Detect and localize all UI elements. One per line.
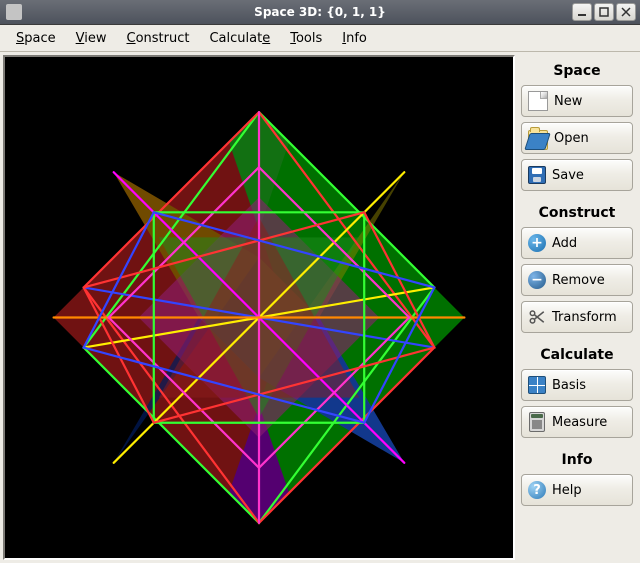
menu-info[interactable]: Info bbox=[332, 28, 377, 49]
new-button[interactable]: New bbox=[521, 85, 633, 117]
minimize-button[interactable] bbox=[572, 3, 592, 21]
help-button[interactable]: ? Help bbox=[521, 474, 633, 506]
calculator-icon bbox=[529, 412, 545, 432]
app-window: Space 3D: {0, 1, 1} Space View Construct… bbox=[0, 0, 640, 563]
button-label: Remove bbox=[552, 273, 605, 288]
polyhedron-rendering bbox=[5, 57, 513, 558]
sidebar-heading: Info bbox=[521, 448, 633, 474]
sidebar-section-space: Space New Open Save bbox=[521, 59, 633, 191]
button-label: Help bbox=[552, 483, 582, 498]
menu-construct[interactable]: Construct bbox=[117, 28, 200, 49]
minus-circle-icon: − bbox=[528, 271, 546, 289]
plus-circle-icon: + bbox=[528, 234, 546, 252]
help-circle-icon: ? bbox=[528, 481, 546, 499]
button-label: New bbox=[554, 94, 582, 109]
viewport-3d[interactable] bbox=[3, 55, 515, 560]
sidebar-section-construct: Construct + Add − Remove Transform bbox=[521, 201, 633, 333]
menu-calculate[interactable]: Calculate bbox=[199, 28, 280, 49]
app-icon bbox=[6, 4, 22, 20]
menu-space[interactable]: Space bbox=[6, 28, 66, 49]
add-button[interactable]: + Add bbox=[521, 227, 633, 259]
floppy-save-icon bbox=[528, 166, 546, 184]
menu-label: onstruct bbox=[136, 31, 190, 46]
close-button[interactable] bbox=[616, 3, 636, 21]
menu-label-pre: Calculat bbox=[209, 31, 262, 46]
scissors-icon bbox=[528, 308, 546, 326]
menu-tools[interactable]: Tools bbox=[280, 28, 332, 49]
transform-button[interactable]: Transform bbox=[521, 301, 633, 333]
window-title: Space 3D: {0, 1, 1} bbox=[254, 5, 386, 19]
save-button[interactable]: Save bbox=[521, 159, 633, 191]
button-label: Transform bbox=[552, 310, 617, 325]
sidebar-section-info: Info ? Help bbox=[521, 448, 633, 506]
menu-view[interactable]: View bbox=[66, 28, 117, 49]
folder-open-icon bbox=[528, 130, 548, 150]
grid-icon bbox=[528, 376, 546, 394]
button-label: Open bbox=[554, 131, 589, 146]
remove-button[interactable]: − Remove bbox=[521, 264, 633, 296]
menu-label: ools bbox=[296, 31, 322, 46]
menu-label: iew bbox=[84, 31, 106, 46]
basis-button[interactable]: Basis bbox=[521, 369, 633, 401]
menu-label: nfo bbox=[346, 31, 367, 46]
sidebar: Space New Open Save Construct + bbox=[515, 55, 637, 560]
sidebar-heading: Construct bbox=[521, 201, 633, 227]
menu-label: pace bbox=[24, 31, 55, 46]
button-label: Measure bbox=[552, 415, 607, 430]
file-new-icon bbox=[528, 91, 548, 111]
measure-button[interactable]: Measure bbox=[521, 406, 633, 438]
title-bar: Space 3D: {0, 1, 1} bbox=[0, 0, 640, 25]
open-button[interactable]: Open bbox=[521, 122, 633, 154]
sidebar-section-calculate: Calculate Basis Measure bbox=[521, 343, 633, 438]
sidebar-heading: Space bbox=[521, 59, 633, 85]
sidebar-heading: Calculate bbox=[521, 343, 633, 369]
menu-bar: Space View Construct Calculate Tools Inf… bbox=[0, 25, 640, 52]
maximize-button[interactable] bbox=[594, 3, 614, 21]
button-label: Save bbox=[552, 168, 584, 183]
button-label: Basis bbox=[552, 378, 586, 393]
button-label: Add bbox=[552, 236, 577, 251]
